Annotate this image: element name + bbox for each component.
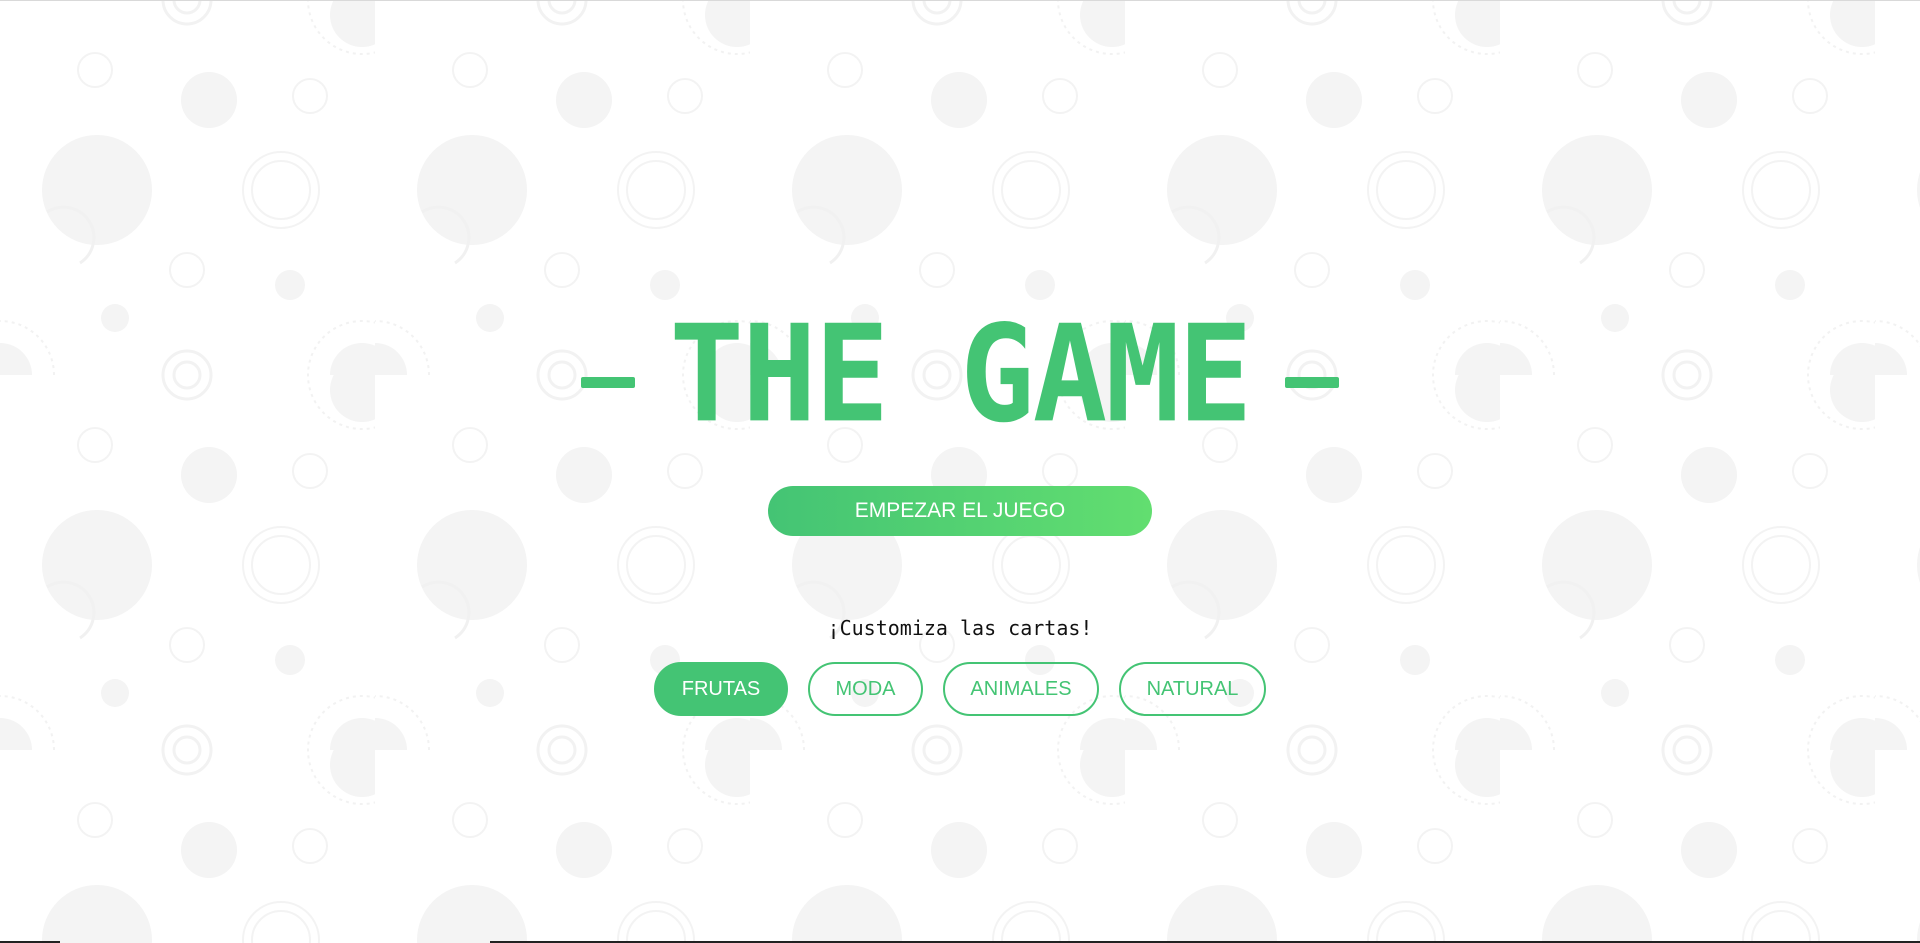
title-dash-right xyxy=(1284,376,1339,388)
theme-selector: FRUTAS MODA ANIMALES NATURAL xyxy=(654,662,1266,716)
start-game-button[interactable]: EMPEZAR EL JUEGO xyxy=(768,486,1152,536)
theme-button-animales[interactable]: ANIMALES xyxy=(943,662,1099,716)
theme-button-frutas[interactable]: FRUTAS xyxy=(654,662,788,716)
start-screen: THE GAME EMPEZAR EL JUEGO ¡Customiza las… xyxy=(0,0,1920,943)
theme-button-moda[interactable]: MODA xyxy=(808,662,923,716)
customize-label: ¡Customiza las cartas! xyxy=(827,616,1093,640)
title-dash-left xyxy=(581,376,636,388)
main-content: THE GAME EMPEZAR EL JUEGO ¡Customiza las… xyxy=(0,0,1920,943)
game-title: THE GAME xyxy=(669,297,1252,453)
title-row: THE GAME xyxy=(0,308,1920,442)
theme-button-natural[interactable]: NATURAL xyxy=(1119,662,1266,716)
